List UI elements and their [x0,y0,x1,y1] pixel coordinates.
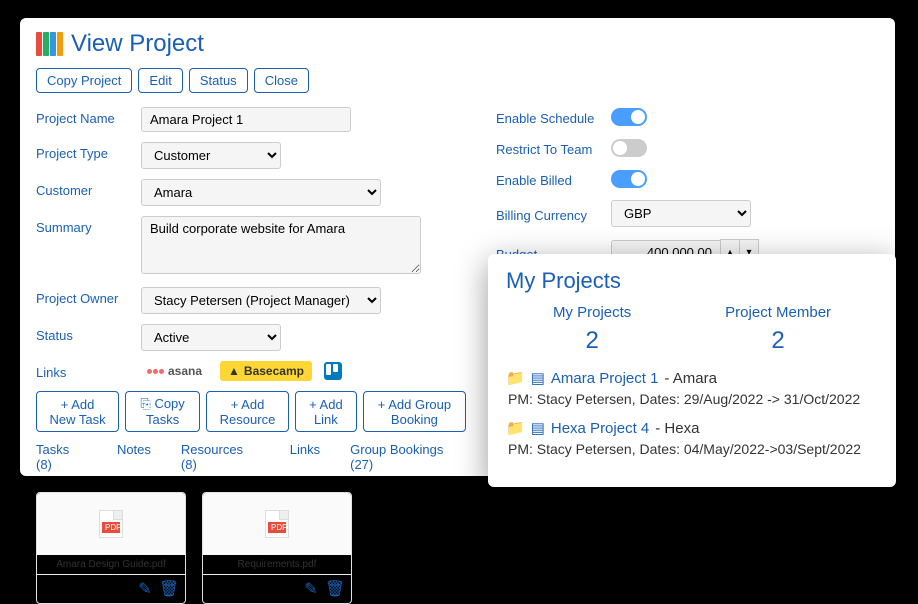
status-button[interactable]: Status [189,68,248,93]
file-card: PDF Requirements.pdf ✎ 🗑 [202,492,352,604]
toolbar: Copy Project Edit Status Close [36,68,879,93]
gantt-icon: ▤ [531,419,545,437]
billing-currency-select[interactable]: GBP [611,200,751,227]
file-card: PDF Amara Design Guide.pdf ✎ 🗑 [36,492,186,604]
project-member-col-title: Project Member [725,304,831,321]
pdf-icon: PDF [265,510,289,538]
basecamp-label: Basecamp [244,364,304,378]
my-projects-col-title: My Projects [553,304,631,321]
delete-file-icon[interactable]: 🗑 [161,581,177,597]
file-preview: PDF [203,493,351,555]
add-resource-button[interactable]: + Add Resource [206,391,289,432]
delete-file-icon[interactable]: 🗑 [327,581,343,597]
pdf-icon: PDF [99,510,123,538]
file-cards: PDF Amara Design Guide.pdf ✎ 🗑 PDF Requi… [36,492,466,604]
project-item[interactable]: 📁 ▤ Hexa Project 4 - Hexa PM: Stacy Pete… [506,419,878,457]
file-preview: PDF [37,493,185,555]
trello-link[interactable] [324,362,342,380]
project-name-link[interactable]: Hexa Project 4 [551,420,649,437]
enable-billed-label: Enable Billed [496,169,611,188]
asana-label: asana [168,364,202,378]
asana-icon [147,369,164,374]
add-group-booking-button[interactable]: + Add Group Booking [363,391,466,432]
folder-icon: 📁 [506,369,525,387]
project-name-input[interactable] [141,107,351,132]
my-projects-panel: My Projects My Projects 2 Project Member… [488,254,896,487]
project-item[interactable]: 📁 ▤ Amara Project 1 - Amara PM: Stacy Pe… [506,369,878,407]
project-detail: PM: Stacy Petersen, Dates: 29/Aug/2022 -… [508,391,878,407]
asana-link[interactable]: asana [141,362,208,380]
project-customer: - Hexa [655,420,699,437]
close-button[interactable]: Close [254,68,309,93]
basecamp-link[interactable]: ▲ Basecamp [220,361,312,381]
status-label: Status [36,324,141,343]
page-title: View Project [71,30,204,58]
tab-resources[interactable]: Resources (8) [181,442,260,472]
project-type-label: Project Type [36,142,141,161]
billing-currency-label: Billing Currency [496,204,611,223]
copy-icon: ⎘ [140,396,150,411]
basecamp-icon: ▲ [228,364,240,378]
tab-links[interactable]: Links [290,442,320,472]
restrict-team-label: Restrict To Team [496,138,611,157]
books-icon [36,32,63,56]
customer-label: Customer [36,179,141,198]
copy-project-button[interactable]: Copy Project [36,68,132,93]
edit-button[interactable]: Edit [138,68,182,93]
file-name: Requirements.pdf [203,555,351,574]
tab-tasks[interactable]: Tasks (8) [36,442,87,472]
tab-notes[interactable]: Notes [117,442,151,472]
links-label: Links [36,361,141,380]
summary-label: Summary [36,216,141,235]
edit-file-icon[interactable]: ✎ [137,581,153,597]
enable-schedule-label: Enable Schedule [496,107,611,126]
left-column: Project Name Project Type Customer Custo… [36,107,466,604]
project-name-link[interactable]: Amara Project 1 [551,370,659,387]
project-member-count: 2 [725,327,831,355]
summary-textarea[interactable]: Build corporate website for Amara [141,216,421,274]
project-owner-select[interactable]: Stacy Petersen (Project Manager) [141,287,381,314]
project-customer: - Amara [664,370,717,387]
my-projects-count: 2 [553,327,631,355]
file-name: Amara Design Guide.pdf [37,555,185,574]
status-select[interactable]: Active [141,324,281,351]
action-buttons: + Add New Task ⎘ Copy Tasks + Add Resour… [36,391,466,432]
my-projects-title: My Projects [506,268,878,294]
copy-tasks-label: Copy Tasks [146,396,185,427]
folder-icon: 📁 [506,419,525,437]
project-name-label: Project Name [36,107,141,126]
add-link-button[interactable]: + Add Link [295,391,357,432]
page-header: View Project [36,30,879,58]
enable-billed-toggle[interactable] [611,170,647,188]
edit-file-icon[interactable]: ✎ [303,581,319,597]
copy-tasks-button[interactable]: ⎘ Copy Tasks [125,391,200,432]
tab-group-bookings[interactable]: Group Bookings (27) [350,442,466,472]
tabs: Tasks (8) Notes Resources (8) Links Grou… [36,442,466,472]
project-owner-label: Project Owner [36,287,141,306]
gantt-icon: ▤ [531,369,545,387]
customer-select[interactable]: Amara [141,179,381,206]
add-new-task-button[interactable]: + Add New Task [36,391,119,432]
project-type-select[interactable]: Customer [141,142,281,169]
project-detail: PM: Stacy Petersen, Dates: 04/May/2022->… [508,441,878,457]
restrict-team-toggle[interactable] [611,139,647,157]
enable-schedule-toggle[interactable] [611,108,647,126]
